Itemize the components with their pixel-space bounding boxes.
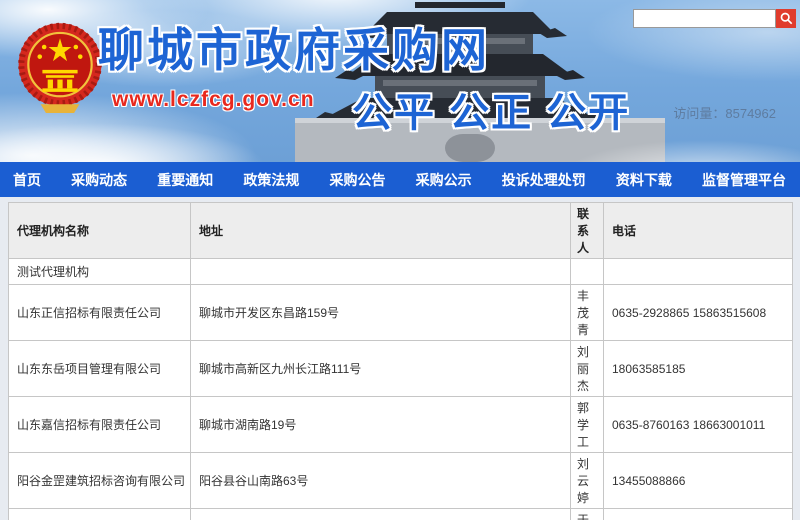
table-row: 阳谷金罡建筑招标咨询有限公司阳谷县谷山南路63号刘云婷13455088866 (9, 453, 793, 509)
cell-name: 山东嘉信招标有限责任公司 (9, 397, 191, 453)
table-row: 山东东岳项目管理有限公司聊城市高新区九州长江路111号刘丽杰1806358518… (9, 341, 793, 397)
cell-contact: 刘云婷 (571, 453, 604, 509)
cell-name: 山东东岳项目管理有限公司 (9, 341, 191, 397)
agency-table: 代理机构名称地址联系人电话 测试代理机构山东正信招标有限责任公司聊城市开发区东昌… (8, 202, 793, 520)
site-url: www.lczfcg.gov.cn (112, 88, 315, 112)
cell-address: 聊城市高新区九州长江路111号 (191, 341, 571, 397)
nav-item-5[interactable]: 采购公示 (416, 170, 472, 190)
table-row: 山东嘉信招标有限责任公司聊城市湖南路19号郭学工0635-8760163 186… (9, 397, 793, 453)
cell-address (191, 259, 571, 285)
nav-item-2[interactable]: 重要通知 (157, 170, 213, 190)
nav-item-0[interactable]: 首页 (13, 170, 41, 190)
column-header-2: 联系人 (571, 203, 604, 259)
cell-name: 测试代理机构 (9, 259, 191, 285)
cell-phone: 0635-2928865 15863515608 (604, 285, 793, 341)
nav-item-7[interactable]: 资料下载 (616, 170, 672, 190)
cell-name: 阳谷金罡建筑招标咨询有限公司 (9, 453, 191, 509)
column-header-1: 地址 (191, 203, 571, 259)
nav-item-6[interactable]: 投诉处理处罚 (502, 170, 586, 190)
cell-address: 临清市红星路中段 (191, 509, 571, 520)
agency-table-body: 测试代理机构山东正信招标有限责任公司聊城市开发区东昌路159号丰茂青0635-2… (9, 259, 793, 520)
main-nav: 首页 采购动态 重要通知 政策法规 采购公告 采购公示 投诉处理处罚 资料下载 监督管理平台 (0, 162, 800, 197)
cell-contact: 刘丽杰 (571, 341, 604, 397)
search-icon (780, 12, 793, 25)
cell-name: 山东正信招标有限责任公司 (9, 285, 191, 341)
nav-item-1[interactable]: 采购动态 (71, 170, 127, 190)
cell-contact (571, 259, 604, 285)
table-row: 测试代理机构 (9, 259, 793, 285)
cell-phone (604, 259, 793, 285)
search-button[interactable] (776, 9, 796, 28)
table-row: 山东正信招标有限责任公司聊城市开发区东昌路159号丰茂青0635-2928865… (9, 285, 793, 341)
nav-item-3[interactable]: 政策法规 (243, 170, 299, 190)
cell-name: 山东通力招标有限公司 (9, 509, 191, 520)
main-content: 代理机构名称地址联系人电话 测试代理机构山东正信招标有限责任公司聊城市开发区东昌… (0, 197, 800, 520)
cell-address: 聊城市湖南路19号 (191, 397, 571, 453)
search-input[interactable] (633, 9, 776, 28)
column-header-3: 电话 (604, 203, 793, 259)
search-bar (633, 9, 796, 28)
nav-item-8[interactable]: 监督管理平台 (702, 170, 786, 190)
table-row: 山东通力招标有限公司临清市红星路中段于红艳0635-2323061 186635… (9, 509, 793, 520)
cell-phone: 0635-2323061 18663532655 (604, 509, 793, 520)
cell-phone: 18063585185 (604, 341, 793, 397)
cell-address: 阳谷县谷山南路63号 (191, 453, 571, 509)
cell-contact: 于红艳 (571, 509, 604, 520)
national-emblem-icon (16, 20, 104, 118)
site-header: 聊城市政府采购网 www.lczfcg.gov.cn 公平 公正 公开 访问量：… (0, 0, 800, 162)
cell-address: 聊城市开发区东昌路159号 (191, 285, 571, 341)
cell-phone: 13455088866 (604, 453, 793, 509)
cell-contact: 郭学工 (571, 397, 604, 453)
nav-item-4[interactable]: 采购公告 (330, 170, 386, 190)
cell-contact: 丰茂青 (571, 285, 604, 341)
cell-phone: 0635-8760163 18663001011 (604, 397, 793, 453)
column-header-0: 代理机构名称 (9, 203, 191, 259)
table-header-row: 代理机构名称地址联系人电话 (9, 203, 793, 259)
site-title: 聊城市政府采购网 (98, 14, 490, 80)
visits-counter: 访问量：8574962 (673, 103, 776, 122)
site-slogan: 公平 公正 公开 (352, 80, 630, 138)
